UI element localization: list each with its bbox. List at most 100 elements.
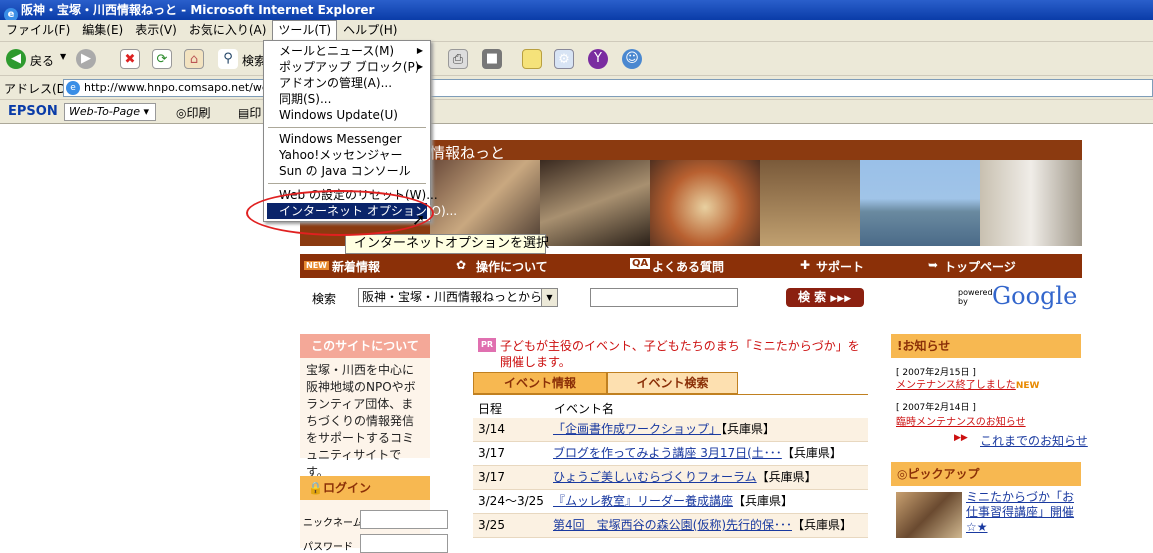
messenger-icon[interactable]: ☺ [622,49,642,69]
pr-badge: PR [478,338,496,352]
menu-separator [268,183,426,184]
epson-print-label: 印刷 [186,106,211,120]
nickname-input[interactable] [360,510,448,529]
web-to-page-menu[interactable]: Web-To-Page ▾ [64,103,156,121]
menu-item-windows-update[interactable]: Windows Update(U) [267,107,427,123]
pr-text[interactable]: 子どもが主役のイベント、子どもたちのまち「ミニたからづか」を開催します。 [500,338,862,370]
password-label: パスワード [303,542,353,553]
notice-header: !お知らせ [891,334,1081,358]
notice-link[interactable]: 臨時メンテナンスのお知らせ [896,417,1026,428]
menu-item-label: 同期(S)... [279,92,332,106]
epson-print-button[interactable]: ◎印刷 [176,104,211,121]
menu-item-label: Yahoo!メッセンジャー [279,148,403,162]
google-logo: Google [992,282,1078,310]
search-button-label: 検 索 [798,290,827,304]
site-nav: NEW 新着情報 ✿ 操作について QA よくある質問 ✚ サポート ➥ トップ… [300,254,1082,278]
menu-item-addons[interactable]: アドオンの管理(A)... [267,75,427,91]
back-button-label[interactable]: 戻る [30,52,54,69]
menu-item-java-console[interactable]: Sun の Java コンソール [267,163,427,179]
nav-faq[interactable]: よくある質問 [652,258,724,275]
edit-icon[interactable]: ■ [482,49,502,69]
yahoo-messenger-icon[interactable]: Y [588,49,608,69]
pickup-title: ピックアップ [907,467,980,481]
menu-item-popup-block[interactable]: ポップアップ ブロック(P) ▶ [267,59,427,75]
web-to-page-label: Web-To-Page [69,105,140,118]
event-pref: 【兵庫県】 [781,446,842,460]
event-date: 3/17 [478,470,505,484]
epson-extra-button[interactable]: ▤印 [238,104,261,121]
search-button[interactable]: 検 索 ▶▶▶ [786,288,864,307]
pickup-header: ◎ピックアップ [891,462,1081,486]
menu-item-sync[interactable]: 同期(S)... [267,91,427,107]
new-badge: NEW [1015,381,1040,391]
search-scope-select[interactable]: 阪神・宝塚・川西情報ねっとから ▼ [358,288,558,307]
menu-item-windows-messenger[interactable]: Windows Messenger [267,131,427,147]
epson-toolbar: EPSON Web-To-Page ▾ ◎印刷 ▤印 [0,100,1153,124]
banner-photo [650,160,760,246]
refresh-icon[interactable]: ⟳ [152,49,172,69]
event-pref: 【兵庫県】 [733,494,794,508]
chevron-down-icon[interactable]: ▼ [541,289,557,306]
notice-link[interactable]: メンテナンス終了しました [896,380,1016,391]
standard-toolbar: ◀ 戻る ▼ ▶ ✖ ⟳ ⌂ ⚲ 検索 ⎙ ■ ⚙ Y ☺ [0,42,1153,76]
nickname-label: ニックネーム [303,518,363,529]
lock-icon: 🔒 [308,481,323,495]
menu-item-label: メールとニュース(M) [279,44,395,58]
tab-underline [473,394,868,395]
menu-item-yahoo-messenger[interactable]: Yahoo!メッセンジャー [267,147,427,163]
tab-event-search[interactable]: イベント検索 [607,372,738,394]
pickup-link[interactable]: ミニたからづか「お仕事習得講座」開催☆★ [966,490,1078,535]
tab-event-info[interactable]: イベント情報 [473,372,607,394]
notice-more-link[interactable]: これまでのお知らせ [980,432,1088,449]
event-date: 3/24〜3/25 [478,494,544,508]
menu-help[interactable]: ヘルプ(H) [337,20,403,41]
discuss-icon[interactable] [522,49,542,69]
banner-photo [540,160,650,246]
event-link[interactable]: 『ムッレ教室』リーダー養成講座 [553,494,733,508]
table-row: 3/17 ひょうご美しいむらづくりフォーラム【兵庫県】 [473,466,868,490]
event-date: 3/17 [478,446,505,460]
table-row: 3/14 「企画書作成ワークショップ」【兵庫県】 [473,418,868,442]
menu-item-label: Windows Messenger [279,132,402,146]
menu-file[interactable]: ファイル(F) [0,20,76,41]
event-link[interactable]: ひょうご美しいむらづくりフォーラム [553,470,757,484]
stop-icon[interactable]: ✖ [120,49,140,69]
nav-operation[interactable]: 操作について [476,258,548,275]
home-icon[interactable]: ⌂ [184,49,204,69]
event-link[interactable]: ブログを作ってみよう講座 3月17日(土･･･ [553,446,782,460]
print-icon[interactable]: ⎙ [448,49,468,69]
event-link[interactable]: 「企画書作成ワークショップ」 [553,422,721,436]
password-input[interactable] [360,534,448,553]
menu-view[interactable]: 表示(V) [129,20,183,41]
event-date: 3/25 [478,518,505,532]
nav-top-page[interactable]: トップページ [944,258,1016,275]
menu-tools[interactable]: ツール(T) [272,20,338,41]
menu-edit[interactable]: 編集(E) [76,20,129,41]
address-url: http://www.hnpo.comsapo.net/web [84,81,276,94]
nav-news[interactable]: 新着情報 [332,258,380,275]
login-title: ログイン [322,481,371,495]
event-link[interactable]: 第4回 宝塚西谷の森公園(仮称)先行的保･･･ [553,518,792,532]
address-input[interactable]: e http://www.hnpo.comsapo.net/web [63,79,1153,97]
address-label: アドレス(D) [4,82,71,96]
banner-photo [760,160,860,246]
back-dropdown-icon[interactable]: ▼ [60,52,66,61]
back-icon[interactable]: ◀ [6,49,26,69]
menu-item-mail-news[interactable]: メールとニュース(M) ▶ [267,43,427,59]
search-label: 検索 [312,292,337,306]
table-row: 3/17 ブログを作ってみよう講座 3月17日(土･･･【兵庫県】 [473,442,868,466]
menu-favorites[interactable]: お気に入り(A) [183,20,273,41]
event-header-date: 日程 [478,402,503,416]
notice-date: [ 2007年2月14日 ] [896,403,976,413]
epson-extra-label: 印 [249,106,262,120]
pickup-thumbnail[interactable] [896,492,962,538]
banner-photo [980,160,1082,246]
nav-support[interactable]: サポート [816,258,864,275]
research-icon[interactable]: ⚙ [554,49,574,69]
submenu-arrow-icon: ▶ [416,62,423,71]
search-input[interactable] [590,288,738,307]
top-page-icon: ➥ [928,258,939,272]
search-icon[interactable]: ⚲ [218,49,238,69]
forward-icon[interactable]: ▶ [76,49,96,69]
menu-item-label: ポップアップ ブロック(P) [279,60,420,74]
